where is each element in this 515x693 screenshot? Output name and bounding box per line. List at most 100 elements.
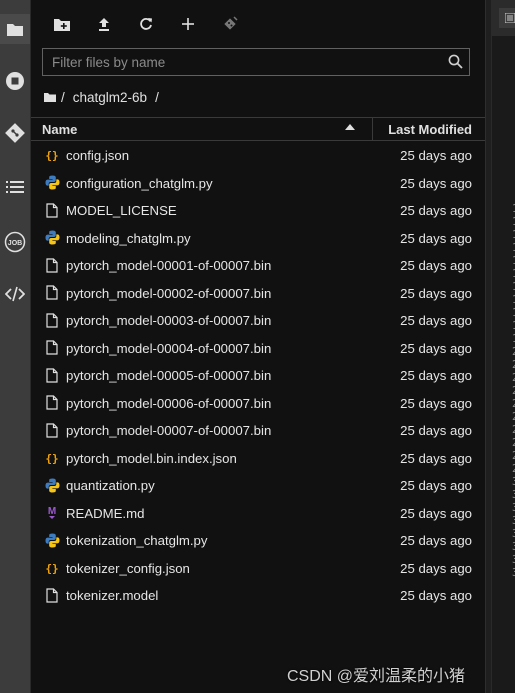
file-name: pytorch_model-00005-of-00007.bin — [66, 368, 272, 383]
generic-file-icon — [44, 395, 60, 411]
file-list-item[interactable]: {} tokenizer_config.json 25 days ago — [31, 555, 485, 583]
python-file-icon — [44, 175, 60, 191]
file-name: README.md — [66, 505, 145, 521]
plus-icon — [182, 18, 194, 30]
json-file-icon: {} — [44, 560, 60, 576]
file-list-item[interactable]: {} config.json 25 days ago — [31, 142, 485, 170]
svg-text:JOB: JOB — [8, 240, 22, 247]
sort-ascending-icon[interactable] — [345, 124, 355, 130]
generic-file-icon — [44, 285, 60, 301]
file-list-item[interactable]: pytorch_model-00006-of-00007.bin 25 days … — [31, 390, 485, 418]
home-folder-icon[interactable] — [44, 92, 56, 102]
file-name: pytorch_model-00006-of-00007.bin — [66, 395, 272, 411]
file-list-item[interactable]: pytorch_model-00003-of-00007.bin 25 days … — [31, 307, 485, 335]
file-last-modified: 25 days ago — [400, 395, 472, 411]
file-name: pytorch_model.bin.index.json — [66, 450, 237, 466]
file-last-modified: 25 days ago — [400, 148, 472, 163]
file-list-item[interactable]: M README.md 25 days ago — [31, 500, 485, 528]
file-list-item[interactable]: quantization.py 25 days ago — [31, 472, 485, 500]
generic-file-icon — [44, 340, 60, 356]
new-launcher-button[interactable] — [175, 11, 201, 37]
file-last-modified: 25 days ago — [400, 533, 472, 548]
generic-file-icon — [44, 202, 60, 218]
file-name: pytorch_model-00001-of-00007.bin — [66, 258, 272, 273]
file-browser-icon[interactable] — [0, 14, 30, 44]
file-last-modified: 25 days ago — [400, 285, 472, 301]
running-kernels-icon[interactable] — [0, 66, 30, 96]
refresh-button[interactable] — [133, 11, 159, 37]
svg-text:{}: {} — [45, 149, 58, 162]
file-last-modified: 25 days ago — [400, 313, 472, 328]
file-name: pytorch_model-00004-of-00007.bin — [66, 340, 272, 356]
column-header-last-modified[interactable]: Last Modified — [388, 122, 472, 137]
breadcrumb-folder[interactable]: chatglm2-6b — [73, 90, 147, 105]
svg-text:{}: {} — [45, 562, 58, 575]
column-header-name[interactable]: Name — [42, 122, 77, 137]
editor-tab-strip — [491, 0, 515, 36]
file-last-modified: 25 days ago — [400, 478, 472, 493]
generic-file-icon — [44, 257, 60, 273]
file-list-item[interactable]: MODEL_LICENSE 25 days ago — [31, 197, 485, 225]
markdown-file-icon: M — [44, 505, 60, 521]
file-list-item[interactable]: modeling_chatglm.py 25 days ago — [31, 225, 485, 253]
file-list-item[interactable]: configuration_chatglm.py 25 days ago — [31, 170, 485, 198]
file-name: configuration_chatglm.py — [66, 175, 213, 191]
file-last-modified: 25 days ago — [400, 175, 472, 191]
editor-area: 11111111111222222222233333333 — [486, 0, 515, 693]
generic-file-icon — [44, 312, 60, 328]
file-last-modified: 25 days ago — [400, 423, 472, 438]
file-list-item[interactable]: tokenization_chatglm.py 25 days ago — [31, 527, 485, 555]
upload-icon — [99, 18, 109, 31]
file-list-item[interactable]: pytorch_model-00005-of-00007.bin 25 days … — [31, 362, 485, 390]
table-of-contents-icon[interactable] — [0, 172, 30, 202]
file-list-item[interactable]: pytorch_model-00007-of-00007.bin 25 days … — [31, 417, 485, 445]
breadcrumb: / chatglm2-6b / — [44, 88, 159, 106]
file-list-header: Name Last Modified — [31, 117, 485, 141]
watermark-text: CSDN @爱刘温柔的小猪 — [287, 668, 466, 685]
file-last-modified: 25 days ago — [400, 560, 472, 576]
file-last-modified: 25 days ago — [400, 505, 472, 521]
file-name: modeling_chatglm.py — [66, 230, 191, 246]
file-name: pytorch_model-00003-of-00007.bin — [66, 313, 272, 328]
file-name: pytorch_model-00002-of-00007.bin — [66, 285, 272, 301]
upload-button[interactable] — [91, 11, 117, 37]
json-file-icon: {} — [44, 147, 60, 163]
git-clone-button[interactable] — [217, 11, 243, 37]
text-file-icon — [504, 13, 515, 23]
file-name: tokenization_chatglm.py — [66, 533, 208, 548]
file-list-item[interactable]: pytorch_model-00001-of-00007.bin 25 days … — [31, 252, 485, 280]
code-icon[interactable] — [0, 279, 30, 309]
new-folder-button[interactable] — [49, 11, 75, 37]
file-last-modified: 25 days ago — [400, 230, 472, 246]
file-last-modified: 25 days ago — [400, 368, 472, 383]
file-browser-panel: / chatglm2-6b / Name Last Modified {} con… — [31, 0, 486, 693]
new-folder-icon — [54, 19, 70, 31]
file-last-modified: 25 days ago — [400, 588, 472, 603]
search-input[interactable] — [43, 49, 438, 75]
json-file-icon: {} — [44, 450, 60, 466]
file-name: MODEL_LICENSE — [66, 203, 177, 218]
editor-tab[interactable] — [499, 8, 515, 28]
activity-bar: JOB — [0, 0, 31, 693]
generic-file-icon — [44, 367, 60, 383]
file-name: tokenizer_config.json — [66, 560, 190, 576]
file-browser-toolbar — [31, 0, 485, 46]
search-icon — [448, 54, 463, 69]
file-name: config.json — [66, 148, 130, 163]
file-list-item[interactable]: tokenizer.model 25 days ago — [31, 582, 485, 610]
file-name: tokenizer.model — [66, 588, 159, 603]
column-divider[interactable] — [372, 118, 373, 140]
python-file-icon — [44, 532, 60, 548]
python-file-icon — [44, 477, 60, 493]
file-list-item[interactable]: {} pytorch_model.bin.index.json 25 days ag… — [31, 445, 485, 473]
generic-file-icon — [44, 422, 60, 438]
breadcrumb-root[interactable]: / — [61, 90, 65, 105]
file-list-item[interactable]: pytorch_model-00002-of-00007.bin 25 days … — [31, 280, 485, 308]
file-last-modified: 25 days ago — [400, 258, 472, 273]
job-icon[interactable]: JOB — [0, 227, 30, 257]
python-file-icon — [44, 230, 60, 246]
file-filter-search — [42, 48, 470, 76]
file-list: {} config.json 25 days ago configuration_ch… — [31, 142, 485, 610]
git-icon[interactable] — [0, 118, 30, 148]
file-list-item[interactable]: pytorch_model-00004-of-00007.bin 25 days … — [31, 335, 485, 363]
